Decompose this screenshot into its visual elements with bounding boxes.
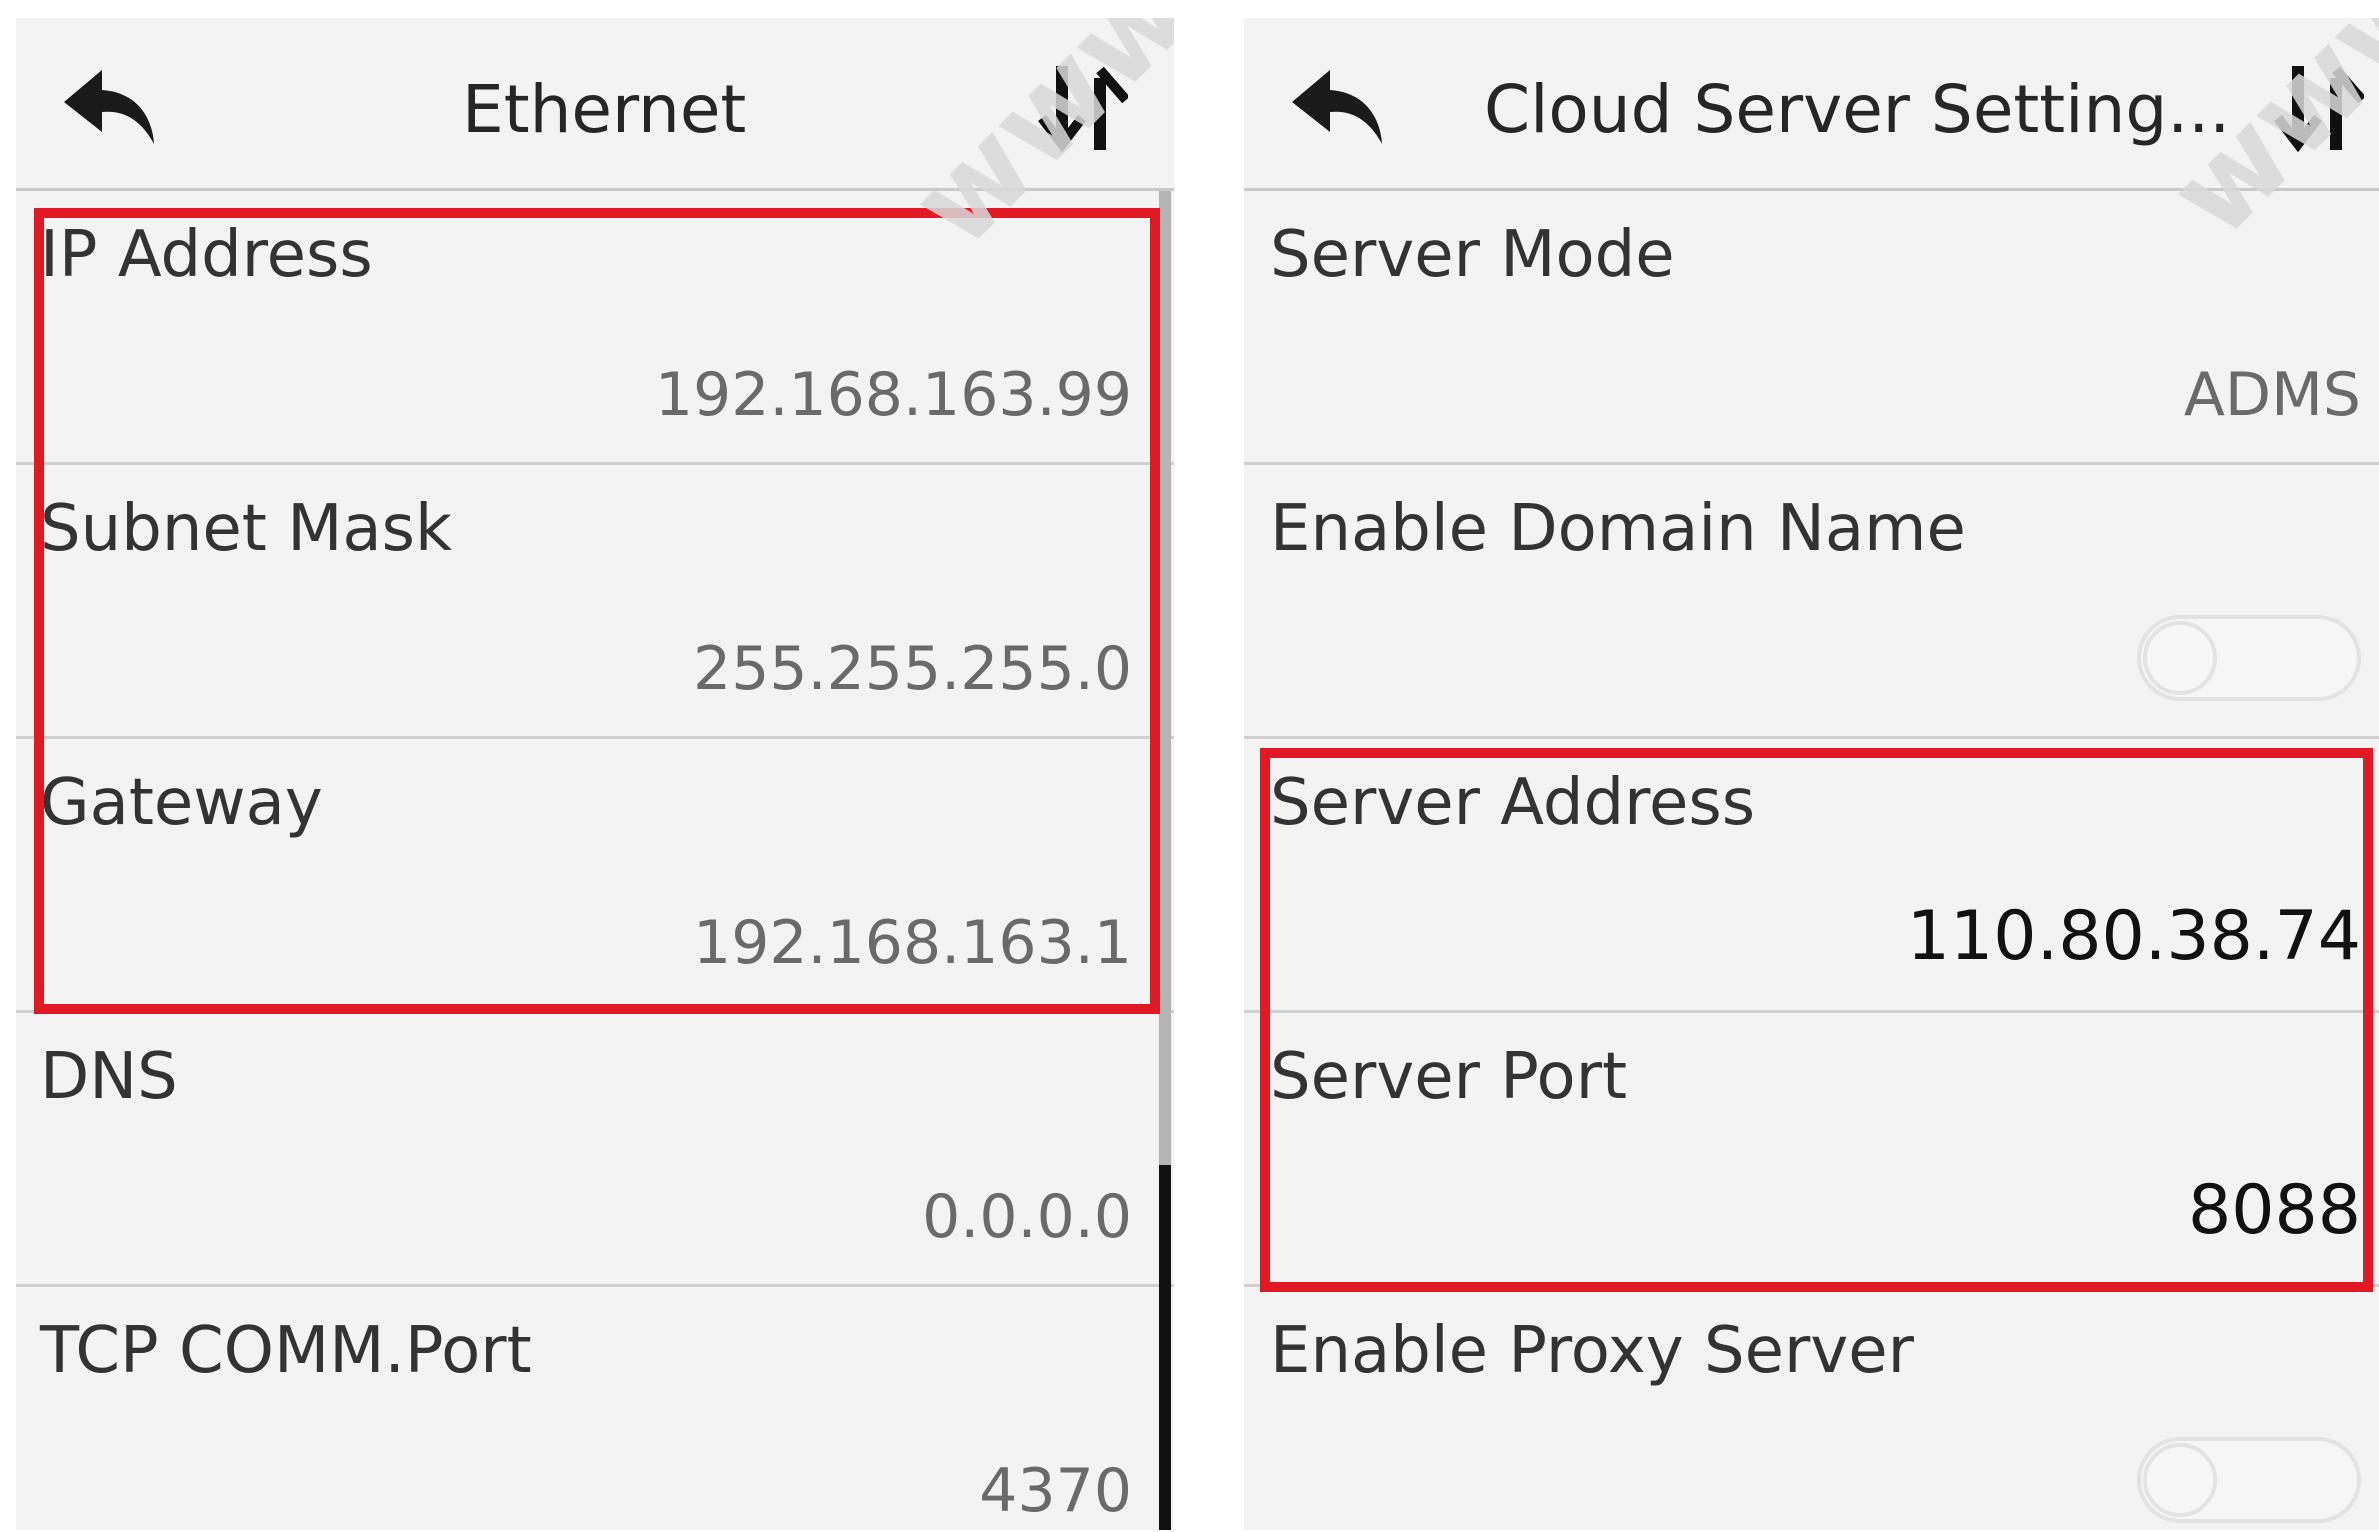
cloud-server-screen: Cloud Server Setting... Server Mode ADMS… bbox=[1244, 18, 2379, 1530]
page-title: Cloud Server Setting... bbox=[1484, 71, 2231, 148]
back-arrow-icon[interactable] bbox=[1288, 62, 1388, 152]
enable-domain-name-row[interactable]: Enable Domain Name bbox=[1244, 465, 2379, 736]
server-mode-label: Server Mode bbox=[1270, 218, 1675, 292]
tcp-comm-port-row[interactable]: TCP COMM.Port 4370 bbox=[16, 1287, 1174, 1530]
toggle-knob bbox=[2143, 1443, 2217, 1517]
tcp-comm-port-value: 4370 bbox=[979, 1456, 1132, 1526]
highlight-box bbox=[1260, 748, 2373, 1292]
dns-row[interactable]: DNS 0.0.0.0 bbox=[16, 1013, 1174, 1284]
server-mode-value: ADMS bbox=[2183, 360, 2361, 430]
dns-value: 0.0.0.0 bbox=[922, 1182, 1132, 1252]
dns-label: DNS bbox=[40, 1040, 178, 1114]
enable-proxy-server-toggle[interactable] bbox=[2137, 1437, 2361, 1523]
ethernet-screen: Ethernet IP Address 192.168.163.99 Subne… bbox=[16, 18, 1174, 1530]
enable-domain-name-toggle[interactable] bbox=[2137, 615, 2361, 701]
toggle-knob bbox=[2143, 621, 2217, 695]
page-title: Ethernet bbox=[462, 71, 747, 148]
enable-proxy-server-row[interactable]: Enable Proxy Server bbox=[1244, 1287, 2379, 1530]
enable-domain-name-label: Enable Domain Name bbox=[1270, 492, 1966, 566]
tcp-comm-port-label: TCP COMM.Port bbox=[40, 1314, 532, 1388]
highlight-box bbox=[34, 208, 1160, 1014]
enable-proxy-server-label: Enable Proxy Server bbox=[1270, 1314, 1914, 1388]
scrollbar[interactable] bbox=[1159, 191, 1171, 1530]
scrollbar-thumb[interactable] bbox=[1159, 1165, 1171, 1530]
back-arrow-icon[interactable] bbox=[60, 62, 160, 152]
